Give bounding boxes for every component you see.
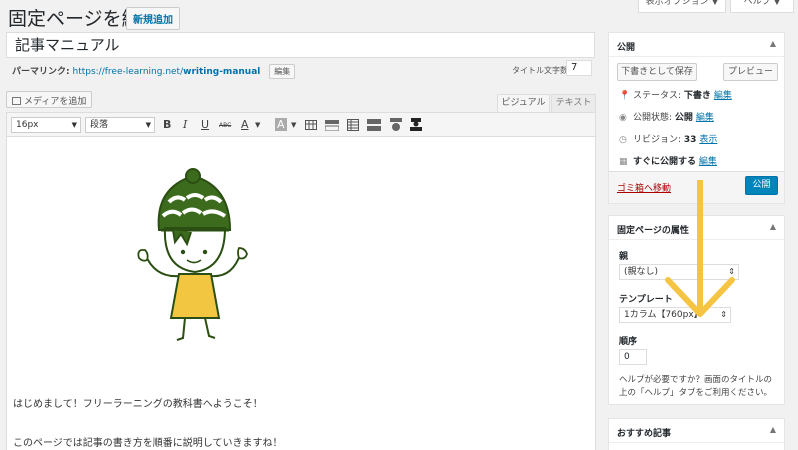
permalink: パーマリンク: https://free-learning.net/writin… (12, 64, 296, 79)
paragraph-2: このページでは記事の書き方を順番に説明していきますね！ (13, 438, 283, 449)
chevron-down-icon[interactable]: ▼ (255, 121, 260, 129)
underline-button[interactable]: U (201, 118, 209, 131)
visibility-label: 公開状態: (633, 113, 673, 123)
rank-icon[interactable] (324, 120, 340, 134)
recommended-header[interactable]: おすすめ記事 ▲ (609, 419, 784, 443)
chevron-down-icon: ▼ (145, 121, 151, 129)
parent-label: 親 (619, 252, 629, 262)
schedule-edit-link[interactable]: 編集 (699, 157, 717, 167)
order-label: 順序 (619, 337, 638, 347)
permalink-base: https://free-learning.net/ (72, 67, 184, 77)
content-editor: 16px ▼ 段落 ▼ B I U ABC A ▼ A ▼ はじめまして！フリー… (6, 112, 596, 450)
font-size-select[interactable]: 16px ▼ (11, 117, 81, 133)
revisions-row: ◷ リビジョン: 33 表示 (619, 132, 717, 145)
schedule-label: すぐに公開する (633, 157, 697, 167)
status-edit-link[interactable]: 編集 (714, 91, 732, 101)
publish-box-title: 公開 (617, 43, 636, 53)
post-title-input[interactable]: 記事マニュアル (6, 32, 595, 58)
collapse-icon[interactable]: ▲ (770, 425, 776, 434)
order-input[interactable]: 0 (619, 349, 647, 365)
media-icon (12, 97, 21, 105)
chevron-down-icon: ▼ (71, 121, 77, 129)
editor-toolbar: 16px ▼ 段落 ▼ B I U ABC A ▼ A ▼ (7, 113, 595, 137)
font-size-value: 16px (16, 120, 39, 130)
visibility-value: 公開 (674, 113, 693, 123)
button-set-icon[interactable] (367, 119, 381, 134)
add-media-button[interactable]: メディアを追加 (6, 91, 93, 108)
add-media-label: メディアを追加 (24, 97, 87, 107)
chat-icon[interactable] (389, 118, 403, 134)
format-value: 段落 (90, 120, 109, 130)
tab-text[interactable]: テキスト (551, 94, 596, 112)
parent-value: (親なし) (624, 267, 659, 277)
preview-button[interactable]: プレビュー (723, 63, 778, 81)
character-illustration (137, 168, 248, 341)
recommended-title: おすすめ記事 (617, 429, 672, 439)
visibility-row: ◉ 公開状態: 公開 編集 (619, 110, 714, 123)
title-count-value: 7 (566, 60, 592, 76)
italic-button[interactable]: I (183, 118, 187, 131)
tab-visual[interactable]: ビジュアル (497, 94, 550, 112)
publish-button[interactable]: 公開 (745, 176, 778, 195)
editor-body[interactable]: はじめまして！フリーラーニングの教科書へようこそ！ このページでは記事の書き方を… (7, 138, 595, 450)
person-icon[interactable] (409, 118, 423, 134)
revisions-value: 33 (683, 135, 697, 145)
visibility-edit-link[interactable]: 編集 (696, 113, 714, 123)
arrow-down-icon (665, 180, 735, 317)
chevron-down-icon[interactable]: ▼ (291, 121, 296, 129)
table-icon[interactable] (305, 120, 317, 133)
list-table-icon[interactable] (347, 119, 359, 134)
status-value: 下書き (683, 91, 711, 101)
revisions-show-link[interactable]: 表示 (699, 135, 717, 145)
status-label: ステータス: (633, 91, 682, 101)
text-color-button[interactable]: A (241, 118, 249, 131)
pin-icon: 📍 (619, 91, 631, 101)
collapse-icon[interactable]: ▲ (770, 222, 776, 231)
permalink-label: パーマリンク: (12, 67, 70, 77)
add-new-button[interactable]: 新規追加 (126, 7, 180, 30)
permalink-edit-button[interactable]: 編集 (269, 64, 296, 79)
clock-icon: ◷ (619, 135, 627, 145)
bold-button[interactable]: B (163, 118, 171, 131)
permalink-link[interactable]: https://free-learning.net/writing-manual (72, 67, 260, 77)
publish-box-header[interactable]: 公開 ▲ (609, 33, 784, 57)
paragraph-1: はじめまして！フリーラーニングの教科書へようこそ！ (13, 399, 263, 410)
help-tab[interactable]: ヘルプ ▼ (730, 0, 794, 13)
title-count-label: タイトル文字数: (512, 66, 571, 75)
attributes-help-text: ヘルプが必要ですか？画面のタイトルの上の「ヘルプ」タブをご利用ください。 (619, 375, 773, 398)
calendar-icon: ▦ (619, 157, 628, 167)
eye-icon: ◉ (619, 113, 627, 123)
status-row: 📍 ステータス: 下書き 編集 (619, 88, 732, 101)
recommended-posts-box: おすすめ記事 ▲ (608, 418, 785, 450)
save-draft-button[interactable]: 下書きとして保存 (617, 63, 697, 81)
screen-options-tab[interactable]: 表示オプション ▼ (638, 0, 726, 13)
strikethrough-button[interactable]: ABC (219, 122, 231, 129)
collapse-icon[interactable]: ▲ (770, 39, 776, 48)
permalink-slug: writing-manual (183, 67, 261, 77)
background-color-button[interactable]: A (275, 118, 287, 131)
revisions-label: リビジョン: (633, 135, 682, 145)
format-select[interactable]: 段落 ▼ (85, 117, 155, 133)
schedule-row: ▦ すぐに公開する 編集 (619, 154, 717, 167)
